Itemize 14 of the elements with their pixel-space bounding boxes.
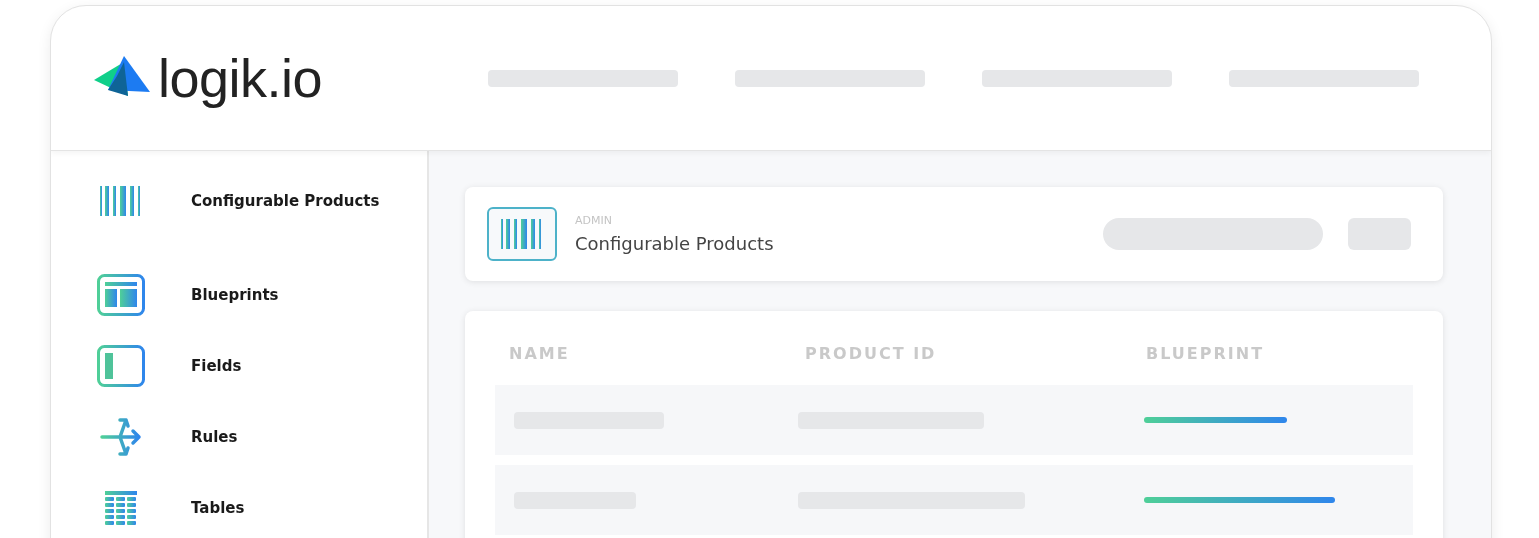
sidebar-item[interactable]: Fields <box>191 356 242 375</box>
sidebar-item[interactable]: Blueprints <box>191 285 279 304</box>
sidebar-item[interactable]: Configurable Products <box>191 192 380 210</box>
sidebar-item[interactable]: Rules <box>191 427 238 446</box>
layout-icon <box>97 273 145 316</box>
barcode-icon <box>487 207 557 261</box>
page-title: Configurable Products <box>575 233 775 254</box>
section-label: ADMIN <box>575 214 613 227</box>
panel-icon <box>97 344 145 387</box>
sidebar-item[interactable]: Tables <box>191 498 245 517</box>
barcode-icon <box>100 186 142 216</box>
brand-name: logik.io <box>158 47 323 109</box>
grid-icon <box>105 490 137 525</box>
branching-arrows-icon <box>100 415 142 458</box>
